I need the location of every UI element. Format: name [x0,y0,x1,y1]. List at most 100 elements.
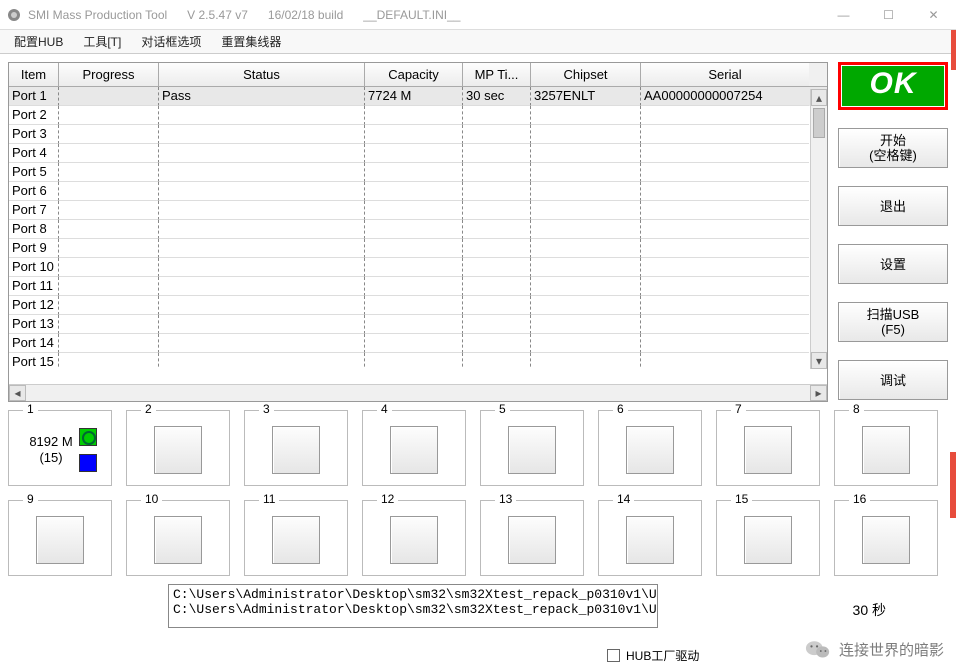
start-button[interactable]: 开始 (空格键) [838,128,948,168]
port-slots: 18192 M(15)2345678910111213141516 [0,410,956,576]
scroll-down-arrow[interactable]: ▾ [811,352,827,369]
table-row[interactable]: Port 4 [9,144,827,163]
table-body[interactable]: Port 1Pass7724 M30 sec3257ENLTAA00000000… [9,87,827,367]
port-button[interactable] [626,426,674,474]
cell-capacity [365,239,463,258]
scroll-thumb[interactable] [813,108,825,138]
port-number: 8 [849,402,864,416]
port-button[interactable] [154,426,202,474]
port-button[interactable] [626,516,674,564]
cell-capacity: 7724 M [365,87,463,106]
table-row[interactable]: Port 2 [9,106,827,125]
cell-status [159,163,365,182]
close-button[interactable]: ✕ [911,0,956,30]
port-button[interactable] [154,516,202,564]
cell-item: Port 6 [9,182,59,201]
window-controls: — ☐ ✕ [821,0,956,30]
table-row[interactable]: Port 9 [9,239,827,258]
port-button[interactable] [36,516,84,564]
vertical-scrollbar[interactable]: ▴ ▾ [810,89,827,369]
port-button[interactable] [390,426,438,474]
cell-item: Port 9 [9,239,59,258]
exit-button[interactable]: 退出 [838,186,948,226]
hub-driver-checkbox[interactable] [607,649,620,662]
header-item[interactable]: Item [9,63,59,86]
cell-serial [641,125,809,144]
cell-serial [641,258,809,277]
minimize-button[interactable]: — [821,0,866,30]
table-row[interactable]: Port 3 [9,125,827,144]
menu-tools[interactable]: 工具[T] [73,31,131,52]
port-number: 9 [23,492,38,506]
cell-chipset [531,201,641,220]
port-slot-8: 8 [834,410,938,486]
horizontal-scrollbar[interactable]: ◂ ▸ [9,384,827,401]
port-button[interactable] [390,516,438,564]
header-capacity[interactable]: Capacity [365,63,463,86]
cell-progress [59,106,159,125]
header-mptime[interactable]: MP Ti... [463,63,531,86]
cell-item: Port 10 [9,258,59,277]
scroll-up-arrow[interactable]: ▴ [811,89,827,106]
port-number: 14 [613,492,634,506]
title-app: SMI Mass Production Tool [28,8,167,22]
cell-progress [59,220,159,239]
port-slot-1: 18192 M(15) [8,410,112,486]
menu-dialog[interactable]: 对话框选项 [131,31,211,52]
port-number: 15 [731,492,752,506]
port-number: 7 [731,402,746,416]
cell-chipset [531,277,641,296]
port-button[interactable] [744,426,792,474]
cell-status [159,277,365,296]
table-row[interactable]: Port 8 [9,220,827,239]
port-number: 5 [495,402,510,416]
table-row[interactable]: Port 11 [9,277,827,296]
cell-serial [641,239,809,258]
maximize-button[interactable]: ☐ [866,0,911,30]
port-button[interactable] [862,516,910,564]
cell-status [159,106,365,125]
cell-progress [59,239,159,258]
table-row[interactable]: Port 7 [9,201,827,220]
title-bar: SMI Mass Production Tool V 2.5.47 v7 16/… [0,0,956,30]
cell-mptime [463,315,531,334]
cell-item: Port 8 [9,220,59,239]
port-table[interactable]: Item Progress Status Capacity MP Ti... C… [8,62,828,402]
port-number: 12 [377,492,398,506]
cell-capacity [365,182,463,201]
settings-button[interactable]: 设置 [838,244,948,284]
cell-progress [59,315,159,334]
scroll-left-arrow[interactable]: ◂ [9,385,26,401]
red-accent-2 [950,452,956,518]
port-button[interactable] [744,516,792,564]
table-row[interactable]: Port 6 [9,182,827,201]
header-chipset[interactable]: Chipset [531,63,641,86]
cell-progress [59,87,159,106]
cell-progress [59,334,159,353]
menu-hub[interactable]: 配置HUB [4,31,73,52]
table-row[interactable]: Port 15 [9,353,827,367]
port-button[interactable] [272,426,320,474]
menu-reset[interactable]: 重置集线器 [211,31,291,52]
cell-serial [641,277,809,296]
table-row[interactable]: Port 1Pass7724 M30 sec3257ENLTAA00000000… [9,87,827,106]
port-button[interactable] [862,426,910,474]
cell-item: Port 5 [9,163,59,182]
table-row[interactable]: Port 13 [9,315,827,334]
table-row[interactable]: Port 10 [9,258,827,277]
header-serial[interactable]: Serial [641,63,809,86]
header-progress[interactable]: Progress [59,63,159,86]
port-button[interactable] [272,516,320,564]
port-button[interactable] [508,516,556,564]
cell-serial [641,296,809,315]
scroll-right-arrow[interactable]: ▸ [810,385,827,401]
log-output[interactable]: C:\Users\Administrator\Desktop\sm32\sm32… [168,584,658,628]
header-status[interactable]: Status [159,63,365,86]
scan-usb-button[interactable]: 扫描USB (F5) [838,302,948,342]
debug-button[interactable]: 调试 [838,360,948,400]
table-row[interactable]: Port 14 [9,334,827,353]
cell-status [159,334,365,353]
table-row[interactable]: Port 12 [9,296,827,315]
port-button[interactable] [508,426,556,474]
table-row[interactable]: Port 5 [9,163,827,182]
